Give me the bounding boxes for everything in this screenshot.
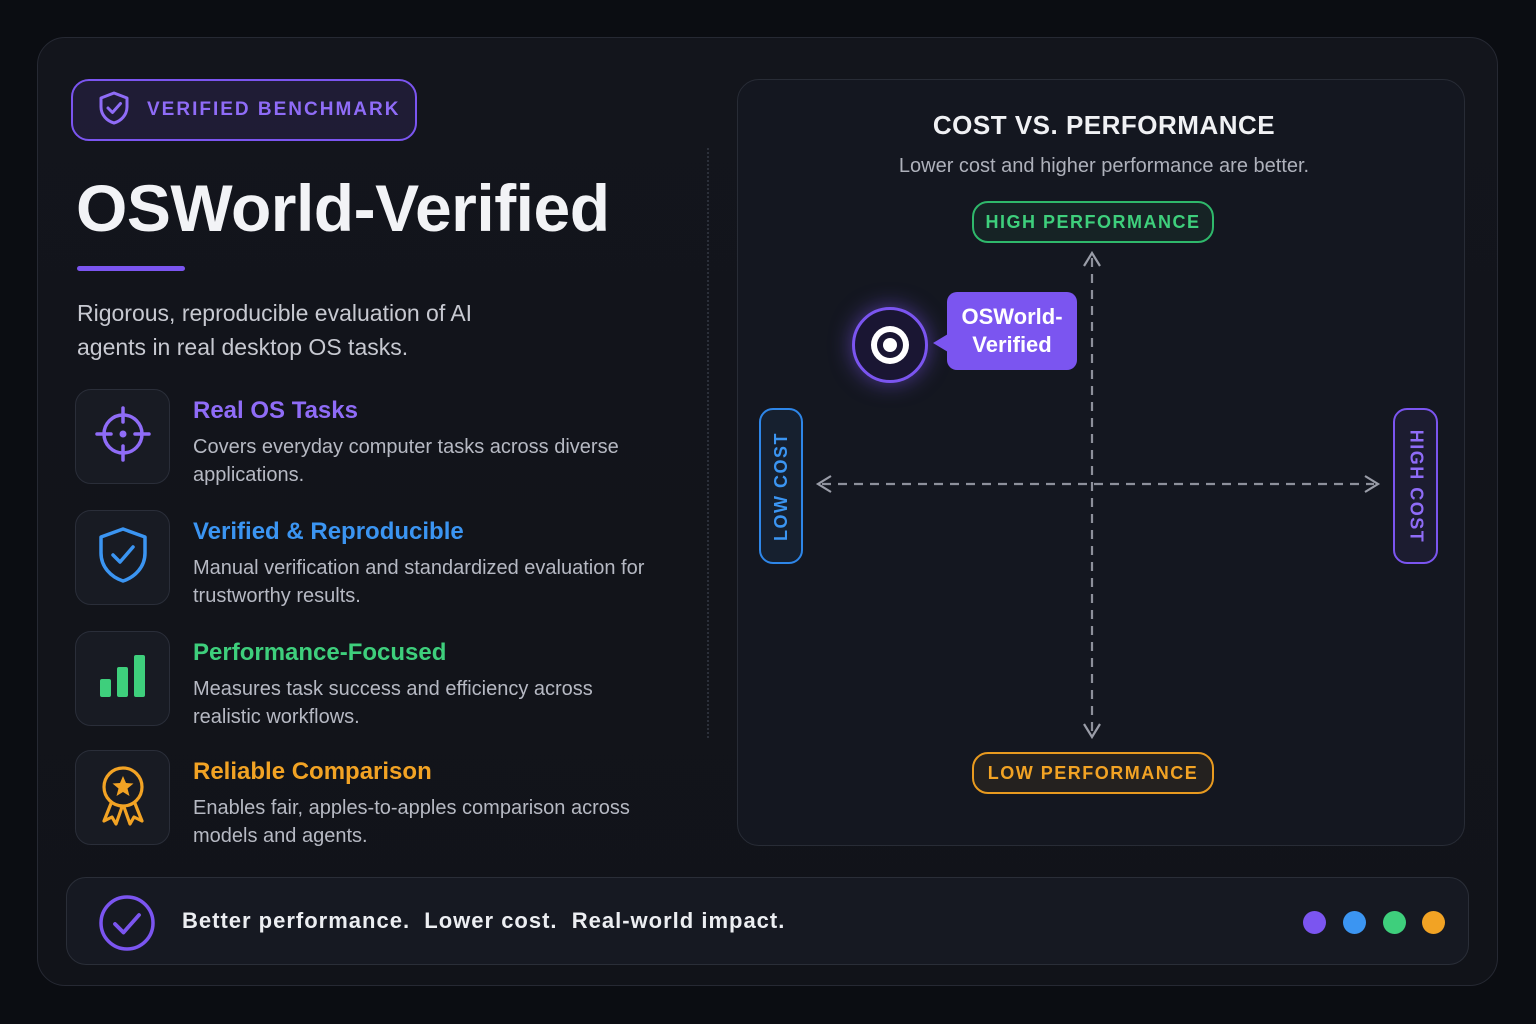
target-icon xyxy=(852,307,928,383)
axis-label-high-performance: HIGH PERFORMANCE xyxy=(972,201,1214,243)
axis-label-low-performance: LOW PERFORMANCE xyxy=(972,752,1214,794)
axis-label-high-cost: HIGH COST xyxy=(1393,408,1438,564)
color-dot-blue xyxy=(1343,911,1366,934)
point-callout: OSWorld-Verified xyxy=(933,292,1077,370)
check-circle-icon xyxy=(98,894,156,957)
color-dot-green xyxy=(1383,911,1406,934)
footer-tagline: Better performance. Lower cost. Real-wor… xyxy=(182,908,786,933)
axis-label-text: HIGH PERFORMANCE xyxy=(985,211,1201,232)
axis-label-text: HIGH COST xyxy=(1406,429,1427,543)
axis-label-text: LOW COST xyxy=(770,431,791,541)
axis-label-low-cost: LOW COST xyxy=(759,408,803,564)
color-dot-purple xyxy=(1303,911,1326,934)
axis-label-text: LOW PERFORMANCE xyxy=(987,762,1199,783)
color-dot-orange xyxy=(1422,911,1445,934)
